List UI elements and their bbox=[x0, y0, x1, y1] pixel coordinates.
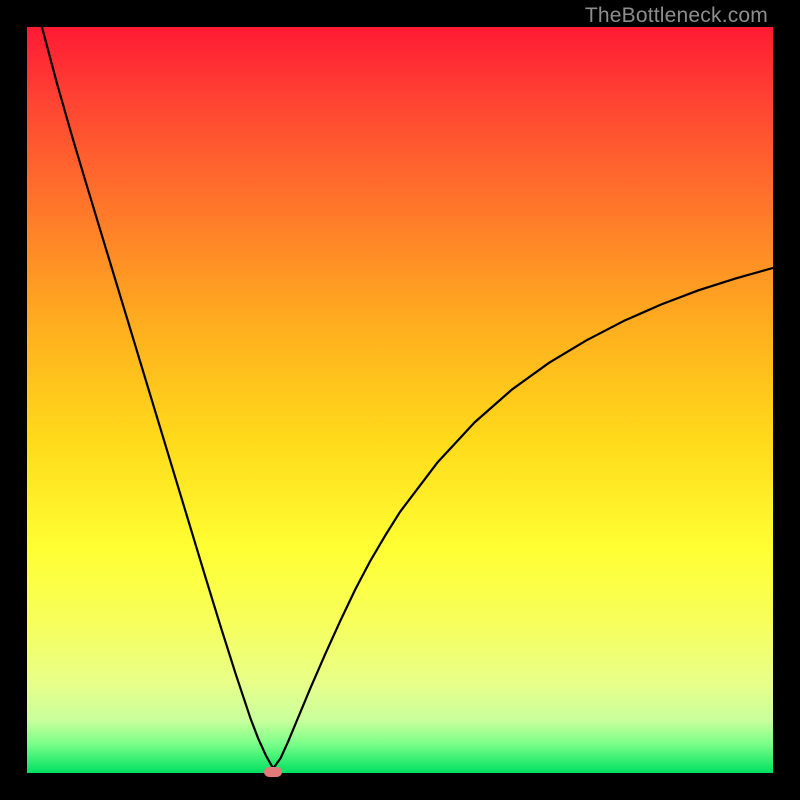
plot-area bbox=[27, 27, 773, 773]
chart-frame: TheBottleneck.com bbox=[0, 0, 800, 800]
bottleneck-curve bbox=[27, 27, 773, 773]
watermark-text: TheBottleneck.com bbox=[585, 4, 768, 28]
optimal-point-marker bbox=[264, 767, 282, 777]
